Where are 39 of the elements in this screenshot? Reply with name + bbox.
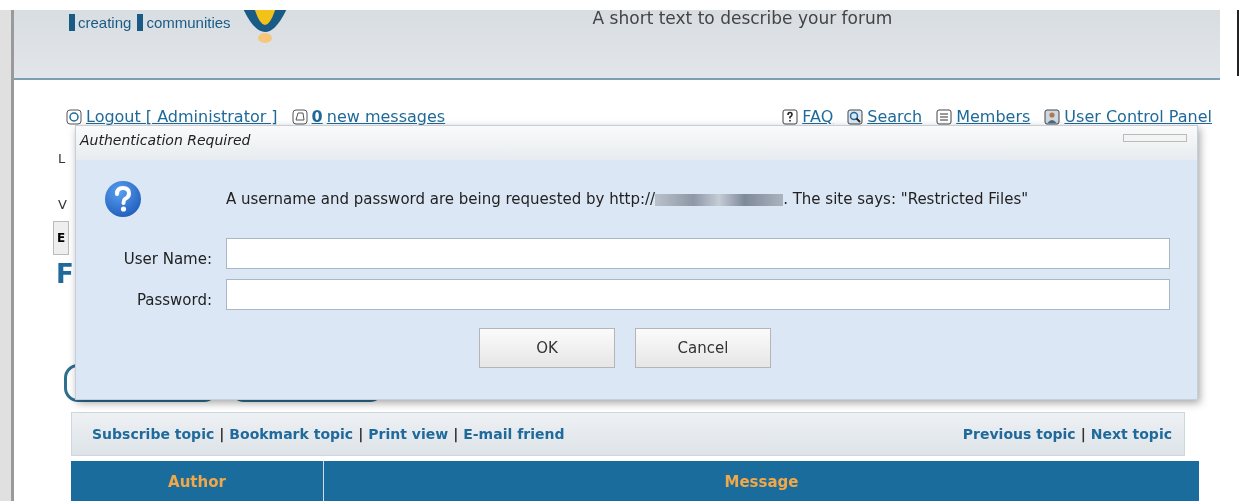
dialog-message: A username and password are being requested by http:// . The site says: "Restricted Files": [226, 190, 1029, 208]
dialog-button[interactable]: Cancel: [635, 328, 771, 368]
topic-link[interactable]: Print view: [368, 426, 449, 443]
field-label: Password:: [135, 290, 213, 309]
cut-button[interactable]: E: [53, 221, 69, 255]
topic-link[interactable]: Bookmark topic: [229, 426, 354, 443]
topic-link[interactable]: E-mail friend: [463, 426, 565, 443]
separator: |: [358, 426, 364, 443]
column-header: Message: [724, 473, 799, 494]
topic-link[interactable]: Subscribe topic: [92, 426, 215, 443]
separator: |: [453, 426, 459, 443]
input-field[interactable]: [226, 238, 1170, 269]
forum-description: A short text to describe your forum: [592, 10, 893, 28]
window-border: [1237, 10, 1239, 76]
nav-link[interactable]: 0 new messages: [291, 107, 446, 126]
separator: |: [219, 426, 225, 443]
nav-link[interactable]: Members: [936, 107, 1031, 126]
dialog-title: Authentication Required: [80, 132, 251, 148]
message-icon: [291, 108, 308, 125]
title-bar-button[interactable]: [1123, 134, 1187, 142]
logo-text: communities: [137, 14, 231, 31]
nav-link[interactable]: User Control Panel: [1044, 107, 1212, 126]
input-field[interactable]: [226, 279, 1170, 310]
list-icon: [936, 108, 953, 125]
nav-link[interactable]: FAQ: [782, 107, 834, 126]
column-header: Author: [168, 473, 226, 494]
nav-link[interactable]: Search: [847, 107, 923, 126]
logo-text: creating: [69, 14, 132, 31]
topic-link[interactable]: Next topic: [1090, 426, 1172, 443]
question-icon: [104, 180, 142, 218]
topic-link[interactable]: Previous topic: [962, 426, 1076, 443]
separator: |: [1080, 426, 1086, 443]
field-label: User Name:: [122, 249, 213, 268]
cut-text: V: [58, 197, 67, 214]
dialog-button[interactable]: OK: [479, 328, 615, 368]
power-icon: [66, 108, 82, 125]
nav-link[interactable]: Logout [ Administrator ]: [66, 107, 278, 126]
cut-text: L: [58, 151, 66, 168]
help-icon: [782, 108, 799, 125]
